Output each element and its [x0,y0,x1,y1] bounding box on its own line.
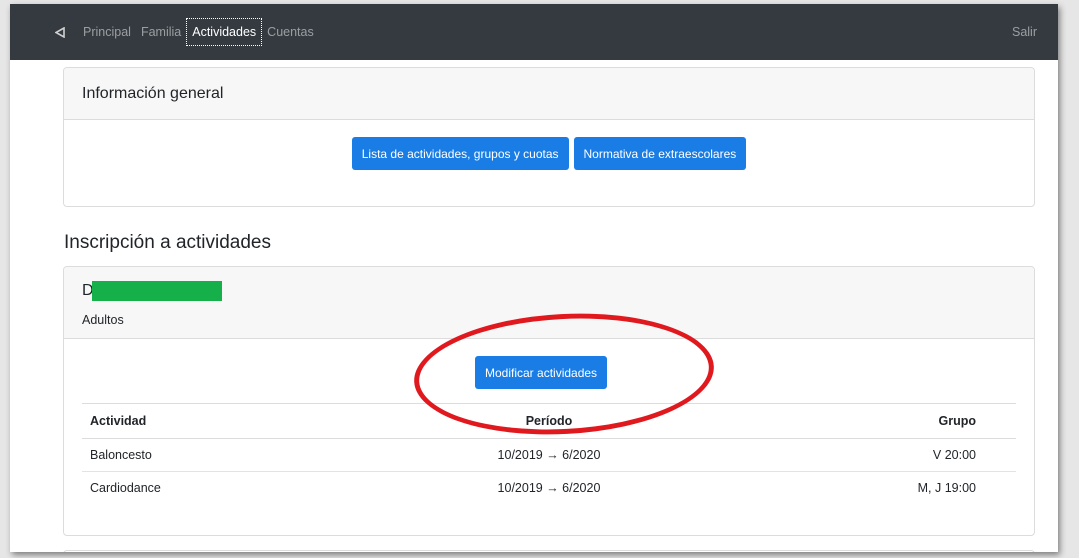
group-cell: M, J 19:00 [917,481,976,496]
table-row: Cardiodance 10/2019 → 6/2020 M, J 19:00 [82,472,1016,505]
nav-link-cuentas[interactable]: Cuentas [263,19,318,45]
activities-table: Actividad Período Grupo Baloncesto 10/20… [82,403,1016,505]
general-info-buttons: Lista de actividades, grupos y cuotas No… [64,137,1034,170]
table-header-row: Actividad Período Grupo [82,403,1016,439]
person-group: Adultos [82,313,124,327]
period-cell: 10/2019 → 6/2020 [390,438,708,472]
nav-link-actividades[interactable]: Actividades [186,18,263,46]
activities-list-button[interactable]: Lista de actividades, grupos y cuotas [351,137,569,170]
nav-link-familia[interactable]: Familia [137,19,185,45]
nav-link-principal[interactable]: Principal [79,19,135,45]
general-info-title: Información general [64,68,1034,120]
browser-page: Principal Familia Actividades Cuentas Sa… [10,4,1058,552]
name-redaction [92,281,222,301]
enrollment-card: D Adultos Modificar actividades Activida… [63,266,1035,536]
logout-link[interactable]: Salir [1008,19,1041,45]
period-cell: 10/2019 → 6/2020 [497,481,601,496]
activity-cell: Baloncesto [82,438,391,472]
activity-cell: Cardiodance [90,481,161,496]
modify-activities-button[interactable]: Modificar actividades [475,356,608,389]
next-card-edge [63,550,1035,552]
back-triangle-icon[interactable] [53,25,67,39]
person-header: D Adultos [64,267,1034,339]
group-cell: V 20:00 [707,438,1016,472]
header-period: Período [390,403,708,439]
top-navbar: Principal Familia Actividades Cuentas Sa… [10,4,1058,60]
enrollment-section-title: Inscripción a actividades [64,232,271,253]
header-activity: Actividad [82,403,391,439]
table-row: Baloncesto 10/2019 → 6/2020 V 20:00 [82,438,1016,472]
general-info-card: Información general Lista de actividades… [63,67,1035,207]
header-group: Grupo [707,403,1016,439]
regulations-button[interactable]: Normativa de extraescolares [573,137,747,170]
